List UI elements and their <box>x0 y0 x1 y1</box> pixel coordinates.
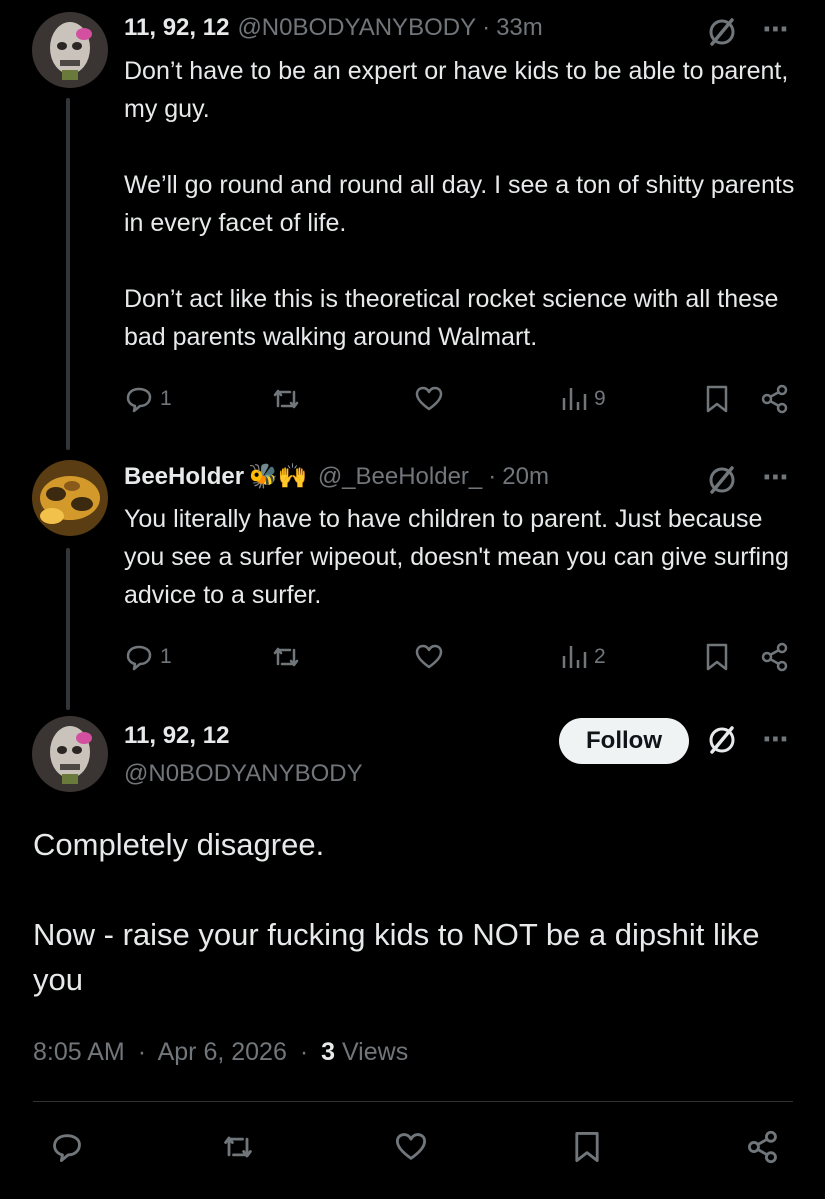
reply-icon <box>126 645 152 671</box>
grok-icon[interactable] <box>706 724 738 756</box>
tweet-text: You literally have to have children to p… <box>124 500 804 614</box>
tweet-text: Don’t have to be an expert or have kids … <box>124 52 804 356</box>
repost-button[interactable] <box>270 642 302 672</box>
display-name[interactable]: 11, 92, 12 <box>124 14 229 42</box>
repost-button[interactable] <box>220 1130 256 1169</box>
bookmark-button[interactable] <box>704 642 730 672</box>
reply-button[interactable]: 1 <box>124 384 172 414</box>
more-icon[interactable]: ⋯ <box>758 14 794 44</box>
share-button[interactable] <box>746 1130 780 1169</box>
reply-icon <box>126 387 152 413</box>
repost-icon <box>273 389 299 409</box>
separator-dot: · <box>482 14 491 41</box>
username[interactable]: @N0BODYANYBODY <box>124 760 363 788</box>
display-name[interactable]: BeeHolder <box>124 463 244 491</box>
grok-icon[interactable] <box>706 16 738 48</box>
grok-icon[interactable] <box>706 464 738 496</box>
views-label: Views <box>341 1038 409 1066</box>
thread-connector <box>66 548 70 710</box>
bookmark-icon <box>706 643 728 671</box>
views-button[interactable]: 9 <box>560 384 606 414</box>
tweet-header: 11, 92, 12 @N0BODYANYBODY · 33m <box>124 14 543 42</box>
tweet-paragraph: We’ll go round and round all day. I see … <box>124 171 795 237</box>
share-icon <box>761 642 788 672</box>
reply-count: 1 <box>160 645 172 668</box>
thread-connector <box>66 98 70 450</box>
views-count: 2 <box>594 645 606 668</box>
bookmark-icon <box>575 1131 599 1163</box>
tweet-paragraph: Now - raise your fucking kids to NOT be … <box>33 917 760 997</box>
repost-button[interactable] <box>270 384 302 414</box>
avatar[interactable] <box>32 716 108 792</box>
display-name[interactable]: 11, 92, 12 <box>124 722 229 750</box>
reply-button[interactable] <box>50 1130 84 1169</box>
heart-icon <box>415 386 443 411</box>
share-icon <box>747 1130 777 1164</box>
share-icon <box>761 384 788 414</box>
timestamp[interactable]: 33m <box>496 14 543 42</box>
tweet-text: Completely disagree. Now - raise your fu… <box>33 822 793 1002</box>
username[interactable]: @N0BODYANYBODY <box>237 14 476 42</box>
post-time[interactable]: 8:05 AM <box>33 1038 125 1066</box>
name-emoji: 🐝🙌 <box>248 463 308 490</box>
tweet-paragraph: Don’t act like this is theoretical rocke… <box>124 285 779 351</box>
tweet-header: BeeHolder 🐝🙌 @_BeeHolder_ · 20m <box>124 462 549 491</box>
follow-button[interactable]: Follow <box>559 718 689 764</box>
avatar[interactable] <box>32 460 108 536</box>
repost-icon <box>273 647 299 667</box>
share-button[interactable] <box>760 642 790 672</box>
like-button[interactable] <box>394 1130 428 1169</box>
analytics-icon <box>562 388 587 410</box>
heart-icon <box>395 1133 427 1160</box>
reply-button[interactable]: 1 <box>124 642 172 672</box>
repost-icon <box>224 1136 252 1158</box>
separator-dot: · <box>488 462 497 490</box>
tweet-paragraph: Completely disagree. <box>33 827 325 862</box>
separator-dot: · <box>299 1038 309 1066</box>
post-date[interactable]: Apr 6, 2026 <box>158 1038 287 1066</box>
views-count: 9 <box>594 387 606 410</box>
tweet-paragraph: Don’t have to be an expert or have kids … <box>124 57 789 123</box>
bookmark-button[interactable] <box>572 1130 602 1169</box>
tweet-paragraph: You literally have to have children to p… <box>124 505 789 609</box>
like-button[interactable] <box>414 384 444 414</box>
separator-dot: · <box>137 1038 147 1066</box>
heart-icon <box>415 644 443 669</box>
timestamp[interactable]: 20m <box>502 463 549 491</box>
more-icon[interactable]: ⋯ <box>758 724 794 754</box>
username[interactable]: @_BeeHolder_ <box>318 463 482 491</box>
views-button[interactable]: 2 <box>560 642 606 672</box>
divider <box>33 1101 793 1102</box>
bookmark-button[interactable] <box>704 384 730 414</box>
tweet-meta: 8:05 AM · Apr 6, 2026 · 3 Views <box>33 1038 408 1067</box>
reply-count: 1 <box>160 387 172 410</box>
analytics-icon <box>562 646 587 668</box>
views-count[interactable]: 3 <box>321 1038 335 1066</box>
avatar[interactable] <box>32 12 108 88</box>
like-button[interactable] <box>414 642 444 672</box>
share-button[interactable] <box>760 384 790 414</box>
reply-icon <box>53 1134 81 1163</box>
more-icon[interactable]: ⋯ <box>758 462 794 492</box>
bookmark-icon <box>706 385 728 413</box>
